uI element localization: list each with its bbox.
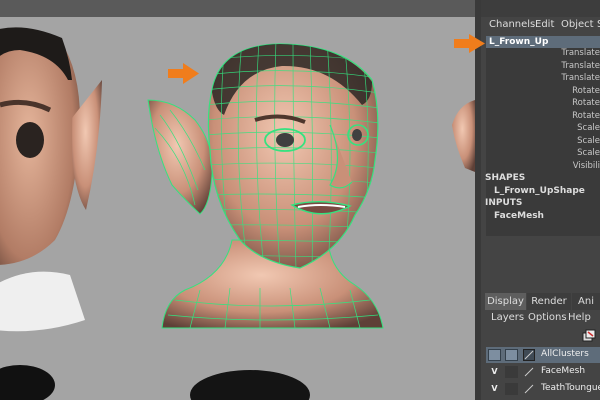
- layer-visibility-toggle[interactable]: V: [488, 383, 501, 395]
- layer-row[interactable]: V TeathToungueE: [486, 381, 600, 397]
- new-layer-icon[interactable]: [582, 329, 596, 343]
- layer-display-type-toggle[interactable]: [505, 349, 518, 361]
- layer-name[interactable]: TeathToungueE: [541, 383, 600, 393]
- layer-toolbar: [481, 326, 600, 346]
- layer-row[interactable]: AllClusters: [486, 347, 600, 363]
- layer-visibility-toggle[interactable]: [488, 349, 501, 361]
- shape-node[interactable]: L_Frown_UpShape: [494, 186, 585, 196]
- layer-row[interactable]: V FaceMesh: [486, 364, 600, 380]
- attr-scale-z[interactable]: Scale: [577, 148, 600, 158]
- tab-display[interactable]: Display: [485, 293, 526, 310]
- tab-anim[interactable]: Ani: [572, 293, 600, 310]
- input-node[interactable]: FaceMesh: [494, 211, 544, 221]
- channel-box-panel: Channels Edit Object S L_Frown_Up Transl…: [481, 0, 600, 400]
- menu-channels[interactable]: Channels: [489, 19, 535, 30]
- channel-box-menubar: Channels Edit Object S: [481, 17, 600, 35]
- attr-rotate-z[interactable]: Rotate: [572, 111, 600, 121]
- inputs-section-label: INPUTS: [485, 198, 523, 208]
- attr-scale-x[interactable]: Scale: [577, 123, 600, 133]
- menu-help[interactable]: Help: [568, 312, 591, 323]
- menu-object[interactable]: Object: [561, 19, 594, 30]
- attr-scale-y[interactable]: Scale: [577, 136, 600, 146]
- channel-list: L_Frown_Up Translate Translate Translate…: [485, 36, 600, 236]
- panel-top-strip: [481, 0, 600, 17]
- left-head-model: [0, 27, 102, 400]
- attr-translate-z[interactable]: Translate: [561, 73, 600, 83]
- right-ear-model: [452, 100, 475, 172]
- menu-options[interactable]: Options: [528, 312, 567, 323]
- tab-render[interactable]: Render: [527, 293, 571, 310]
- layer-display-type-toggle[interactable]: [505, 366, 518, 378]
- layer-color-swatch-icon[interactable]: [523, 349, 535, 361]
- layer-name[interactable]: FaceMesh: [541, 366, 585, 376]
- viewport-canvas[interactable]: [0, 0, 475, 400]
- annotation-arrow-icon: [168, 63, 199, 84]
- attr-translate-x[interactable]: Translate: [561, 48, 600, 58]
- attr-rotate-y[interactable]: Rotate: [572, 98, 600, 108]
- layer-editor-tabs: Display Render Ani: [481, 293, 600, 310]
- menu-layers[interactable]: Layers: [491, 312, 524, 323]
- layer-color-swatch-icon[interactable]: [523, 383, 535, 395]
- layer-display-type-toggle[interactable]: [505, 383, 518, 395]
- layer-name[interactable]: AllClusters: [541, 349, 589, 359]
- object-annotation-arrow-icon: [454, 34, 485, 53]
- model-shadow: [190, 370, 310, 400]
- viewport[interactable]: [0, 0, 475, 400]
- object-name[interactable]: L_Frown_Up: [486, 36, 600, 48]
- layer-color-swatch-icon[interactable]: [523, 366, 535, 378]
- menu-edit[interactable]: Edit: [535, 19, 554, 30]
- attr-translate-y[interactable]: Translate: [561, 61, 600, 71]
- layer-list: AllClusters V FaceMesh V TeathToungueE: [486, 347, 600, 400]
- layer-editor-menubar: Layers Options Help: [481, 310, 600, 326]
- layer-visibility-toggle[interactable]: V: [488, 366, 501, 378]
- attr-visibility[interactable]: Visibili: [573, 161, 600, 171]
- attr-rotate-x[interactable]: Rotate: [572, 86, 600, 96]
- shapes-section-label: SHAPES: [485, 173, 526, 183]
